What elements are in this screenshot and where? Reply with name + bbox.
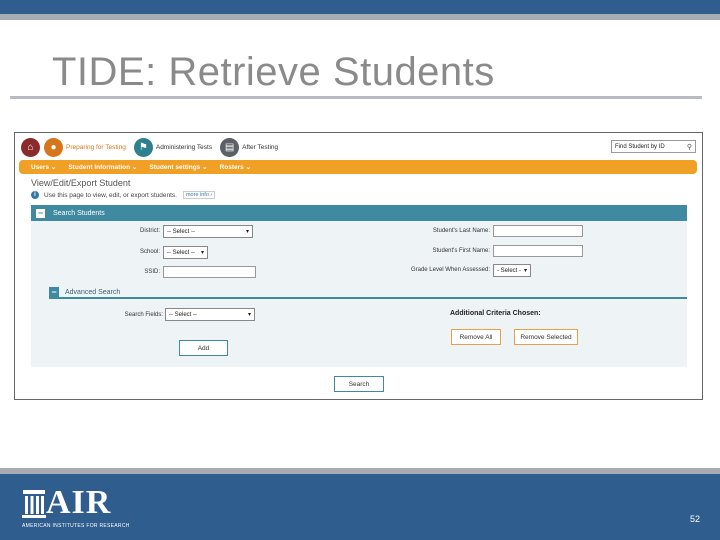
chevron-down-icon: ▾ xyxy=(523,268,527,274)
grade-label: Grade Level When Assessed: xyxy=(410,267,490,273)
school-select[interactable]: -- Select -- ▾ xyxy=(163,246,208,259)
home-icon[interactable]: ⌂ xyxy=(21,137,40,157)
first-name-input[interactable] xyxy=(493,245,583,257)
chevron-down-icon: ▾ xyxy=(245,229,249,235)
building-icon xyxy=(22,490,46,518)
advanced-search-title: Advanced Search xyxy=(65,288,121,296)
slide: TIDE: Retrieve Students ⌂ ● Preparing fo… xyxy=(0,0,720,540)
last-name-label: Student's Last Name: xyxy=(432,228,490,234)
nav-preparing-for-testing[interactable]: Preparing for Testing xyxy=(66,144,126,151)
grade-select[interactable]: - Select - ▾ xyxy=(493,264,531,277)
air-logo-subtitle: AMERICAN INSTITUTES FOR RESEARCH xyxy=(22,523,130,529)
clipboard-icon[interactable]: ▤ xyxy=(220,137,240,157)
menu-rosters[interactable]: Rosters ⌄ xyxy=(220,163,251,171)
remove-selected-button[interactable]: Remove Selected xyxy=(514,329,578,345)
menu-student-information[interactable]: Student Information ⌄ xyxy=(68,163,137,171)
chevron-down-icon: ▾ xyxy=(247,312,251,318)
tide-screenshot: ⌂ ● Preparing for Testing ⚑ Administerin… xyxy=(14,132,703,400)
help-text: Use this page to view, edit, or export s… xyxy=(44,191,177,199)
air-logo: AIR xyxy=(22,484,112,521)
title-divider xyxy=(10,96,702,99)
collapse-icon[interactable]: − xyxy=(36,208,45,218)
remove-all-button[interactable]: Remove All xyxy=(451,329,501,345)
user-icon[interactable]: ● xyxy=(44,137,63,157)
admin-icon[interactable]: ⚑ xyxy=(133,137,153,157)
nav-administering-tests[interactable]: Administering Tests xyxy=(156,144,212,151)
school-label: School: xyxy=(139,249,160,255)
criteria-title: Additional Criteria Chosen: xyxy=(450,310,541,317)
ssid-input[interactable] xyxy=(163,266,256,278)
page-heading: View/Edit/Export Student xyxy=(31,178,131,188)
air-logo-text: AIR xyxy=(46,484,112,521)
advanced-search-header[interactable]: − Advanced Search xyxy=(49,287,687,299)
add-button[interactable]: Add xyxy=(179,340,228,356)
search-icon[interactable]: ⚲ xyxy=(687,143,692,151)
district-label: District: xyxy=(140,228,160,234)
search-students-header[interactable]: − Search Students xyxy=(31,205,687,221)
info-icon: i xyxy=(31,191,39,199)
district-select[interactable]: -- Select -- ▾ xyxy=(163,225,253,238)
nav-after-testing[interactable]: After Testing xyxy=(242,144,278,151)
chevron-down-icon: ▾ xyxy=(200,250,204,256)
search-fields-label: Search Fields: xyxy=(124,312,163,318)
top-header-bar xyxy=(0,0,720,14)
top-accent-bar xyxy=(0,14,720,20)
page-number: 52 xyxy=(690,514,701,524)
more-info-link[interactable]: more info › xyxy=(182,191,216,199)
first-name-label: Student's First Name: xyxy=(432,248,491,254)
search-fields-select[interactable]: -- Select -- ▾ xyxy=(165,308,255,321)
collapse-icon[interactable]: − xyxy=(49,287,59,297)
help-row: i Use this page to view, edit, or export… xyxy=(31,191,216,199)
find-student-placeholder: Find Student by ID xyxy=(615,143,665,150)
last-name-input[interactable] xyxy=(493,225,583,237)
main-menu-bar: Users ⌄ Student Information ⌄ Student se… xyxy=(19,160,697,174)
menu-users[interactable]: Users ⌄ xyxy=(31,163,56,171)
ssid-label: SSID: xyxy=(144,269,160,275)
search-students-title: Search Students xyxy=(53,209,105,217)
menu-student-settings[interactable]: Student settings ⌄ xyxy=(149,163,207,171)
search-button[interactable]: Search xyxy=(334,376,384,392)
find-student-input[interactable]: Find Student by ID ⚲ xyxy=(611,140,696,153)
app-top-nav: ⌂ ● Preparing for Testing ⚑ Administerin… xyxy=(15,133,702,161)
slide-title: TIDE: Retrieve Students xyxy=(52,50,495,94)
